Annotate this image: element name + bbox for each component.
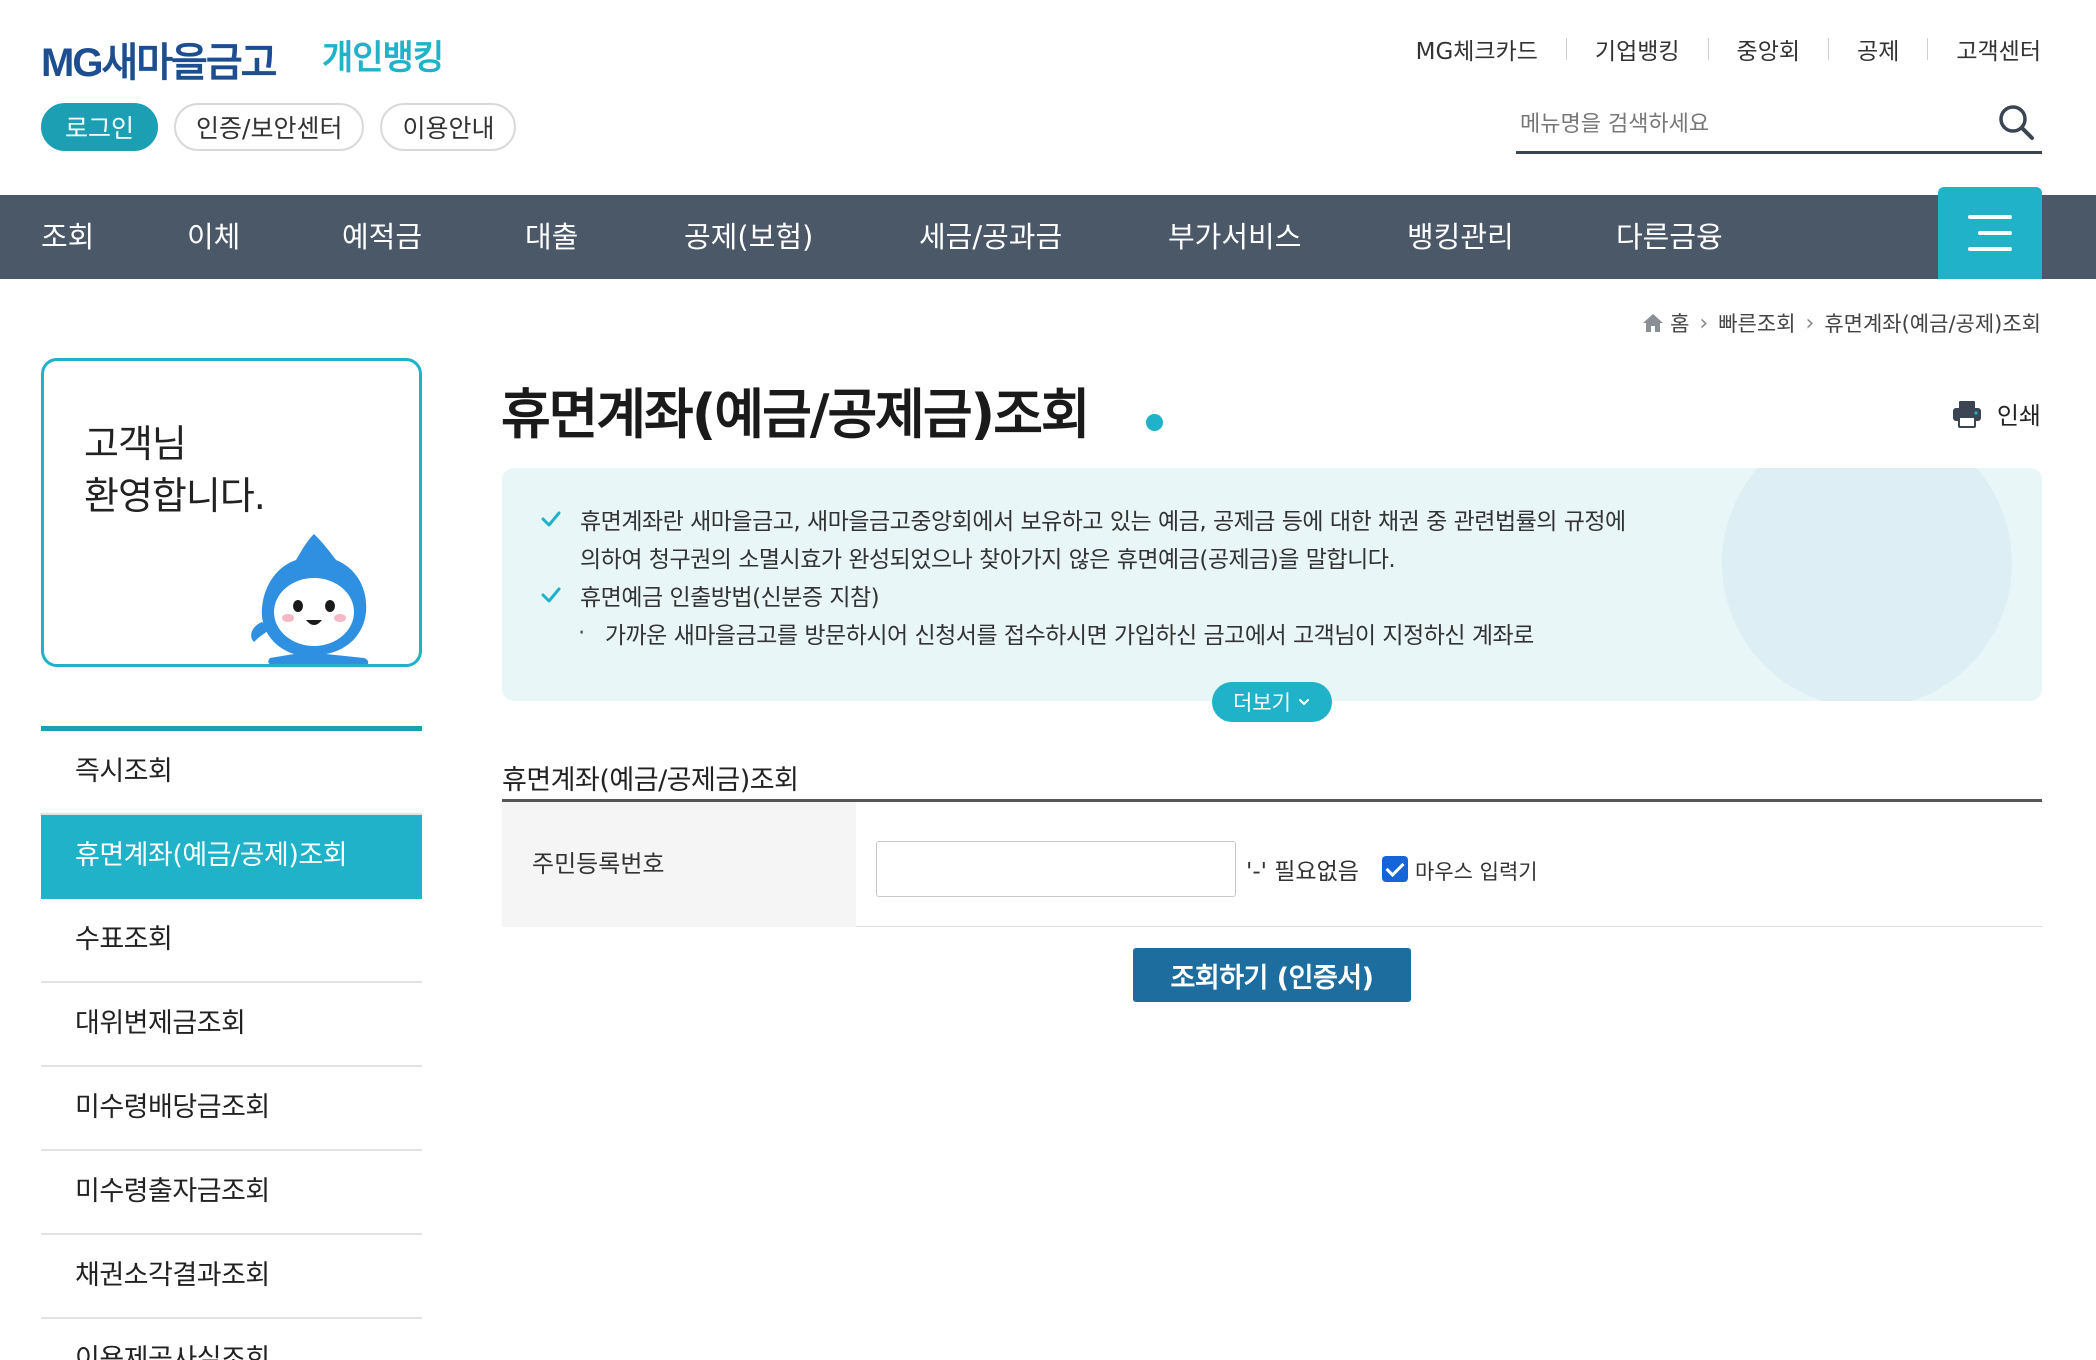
util-link-corporate-banking[interactable]: 기업뱅킹 — [1567, 32, 1708, 66]
security-center-button[interactable]: 인증/보안센터 — [174, 103, 365, 151]
info-text: 휴면계좌란 새마을금고, 새마을금고중앙회에서 보유하고 있는 예금, 공제금 … — [580, 509, 1626, 535]
chevron-right-icon: › — [1699, 310, 1709, 336]
side-menu: 즉시조회 휴면계좌(예금/공제)조회 수표조회 대위변제금조회 미수령배당금조회… — [41, 726, 422, 1360]
side-menu-item-usage-provision[interactable]: 이용제공사실조회 — [41, 1319, 422, 1360]
breadcrumb-quick-inquiry[interactable]: 빠른조회 — [1718, 308, 1795, 338]
info-text: 휴면예금 인출방법(신분증 지참) — [580, 585, 880, 611]
login-button[interactable]: 로그인 — [41, 103, 159, 151]
menu-search — [1516, 98, 2042, 154]
side-menu-item-unclaimed-investment[interactable]: 미수령출자금조회 — [41, 1151, 422, 1235]
side-menu-item-bond-write-off[interactable]: 채권소각결과조회 — [41, 1235, 422, 1319]
chevron-right-icon: › — [1805, 310, 1815, 336]
util-link-customer-center[interactable]: 고객센터 — [1928, 32, 2041, 66]
title-accent-dot — [1146, 414, 1163, 431]
utility-nav: MG체크카드 기업뱅킹 중앙회 공제 고객센터 — [1388, 32, 2041, 66]
gnb-item-inquiry[interactable]: 조회 — [41, 195, 94, 279]
side-menu-item-subrogation[interactable]: 대위변제금조회 — [41, 983, 422, 1067]
gnb-item-loans[interactable]: 대출 — [525, 195, 578, 279]
info-text: 의하여 청구권의 소멸시효가 완성되었으나 찾아가지 않은 휴면예금(공제금)을… — [580, 547, 1396, 573]
inquiry-form: 주민등록번호 '-' 필요없음 마우스 입력기 — [502, 799, 2042, 927]
gnb-item-taxes[interactable]: 세금/공과금 — [919, 195, 1062, 279]
check-icon — [541, 587, 561, 603]
rrn-cell: '-' 필요없음 마우스 입력기 — [856, 802, 2042, 927]
rrn-hint: '-' 필요없음 — [1246, 859, 1359, 885]
mouse-input-checkbox[interactable] — [1382, 856, 1408, 882]
side-menu-item-dormant-account[interactable]: 휴면계좌(예금/공제)조회 — [41, 815, 422, 899]
print-label: 인쇄 — [1996, 402, 2041, 430]
welcome-line-2: 환영합니다. — [84, 474, 266, 518]
main-nav: 조회 이체 예적금 대출 공제(보험) 세금/공과금 부가서비스 뱅킹관리 다른… — [0, 187, 2096, 279]
bullet-dot: · — [578, 620, 585, 646]
info-item: 휴면예금 인출방법(신분증 지참) — [540, 578, 880, 612]
breadcrumb: 홈 › 빠른조회 › 휴면계좌(예금/공제)조회 — [1642, 308, 2041, 338]
mascot-image — [251, 534, 369, 664]
check-icon — [541, 511, 561, 527]
gnb-item-other-finance[interactable]: 다른금융 — [1616, 195, 1723, 279]
side-menu-item-instant-inquiry[interactable]: 즉시조회 — [41, 731, 422, 815]
info-item: 휴면계좌란 새마을금고, 새마을금고중앙회에서 보유하고 있는 예금, 공제금 … — [540, 502, 1626, 536]
page-title: 휴면계좌(예금/공제금)조회 — [501, 383, 1091, 446]
form-section-title: 휴면계좌(예금/공제금)조회 — [502, 765, 799, 796]
usage-guide-button[interactable]: 이용안내 — [380, 103, 517, 151]
search-icon[interactable] — [1996, 102, 2036, 142]
site-header: MG새마을금고 개인뱅킹 MG체크카드 기업뱅킹 중앙회 공제 고객센터 로그인… — [0, 0, 2096, 195]
util-link-central-association[interactable]: 중앙회 — [1709, 32, 1828, 66]
gnb-item-transfer[interactable]: 이체 — [187, 195, 240, 279]
chevron-down-icon — [1298, 699, 1309, 706]
welcome-line-1: 고객님 — [84, 422, 187, 466]
quick-buttons: 로그인 인증/보안센터 이용안내 — [41, 103, 517, 151]
info-item-continued: 의하여 청구권의 소멸시효가 완성되었으나 찾아가지 않은 휴면예금(공제금)을… — [580, 540, 1396, 574]
search-input[interactable] — [1520, 104, 1980, 144]
mouse-input-label[interactable]: 마우스 입력기 — [1415, 856, 1538, 886]
more-button[interactable]: 더보기 — [1212, 682, 1332, 722]
rrn-label: 주민등록번호 — [502, 802, 856, 927]
decorative-circle — [1722, 468, 2012, 701]
gnb-item-extra-services[interactable]: 부가서비스 — [1168, 195, 1301, 279]
side-menu-item-unclaimed-dividend[interactable]: 미수령배당금조회 — [41, 1067, 422, 1151]
home-icon[interactable] — [1642, 312, 1664, 334]
inquiry-certificate-button[interactable]: 조회하기 (인증서) — [1133, 948, 1411, 1002]
gnb-item-insurance[interactable]: 공제(보험) — [684, 195, 813, 279]
rrn-input[interactable] — [876, 841, 1236, 897]
util-link-insurance[interactable]: 공제 — [1829, 32, 1927, 66]
info-box: 휴면계좌란 새마을금고, 새마을금고중앙회에서 보유하고 있는 예금, 공제금 … — [502, 468, 2042, 701]
util-link-check-card[interactable]: MG체크카드 — [1388, 32, 1566, 66]
print-icon — [1952, 400, 1981, 428]
service-name[interactable]: 개인뱅킹 — [322, 30, 444, 79]
welcome-box: 고객님 환영합니다. — [41, 358, 422, 667]
all-menu-button[interactable] — [1938, 187, 2042, 279]
breadcrumb-current: 휴면계좌(예금/공제)조회 — [1824, 312, 2041, 336]
breadcrumb-home[interactable]: 홈 — [1670, 308, 1689, 338]
gnb-item-banking-management[interactable]: 뱅킹관리 — [1407, 195, 1514, 279]
more-label: 더보기 — [1233, 691, 1291, 715]
info-text: 가까운 새마을금고를 방문하시어 신청서를 접수하시면 가입하신 금고에서 고객… — [604, 623, 1535, 649]
side-menu-item-check-inquiry[interactable]: 수표조회 — [41, 899, 422, 983]
print-button[interactable]: 인쇄 — [1951, 396, 2041, 431]
gnb-item-deposits[interactable]: 예적금 — [342, 195, 422, 279]
logo[interactable]: MG새마을금고 — [41, 30, 277, 88]
info-sub-item: · 가까운 새마을금고를 방문하시어 신청서를 접수하시면 가입하신 금고에서 … — [578, 616, 1534, 650]
